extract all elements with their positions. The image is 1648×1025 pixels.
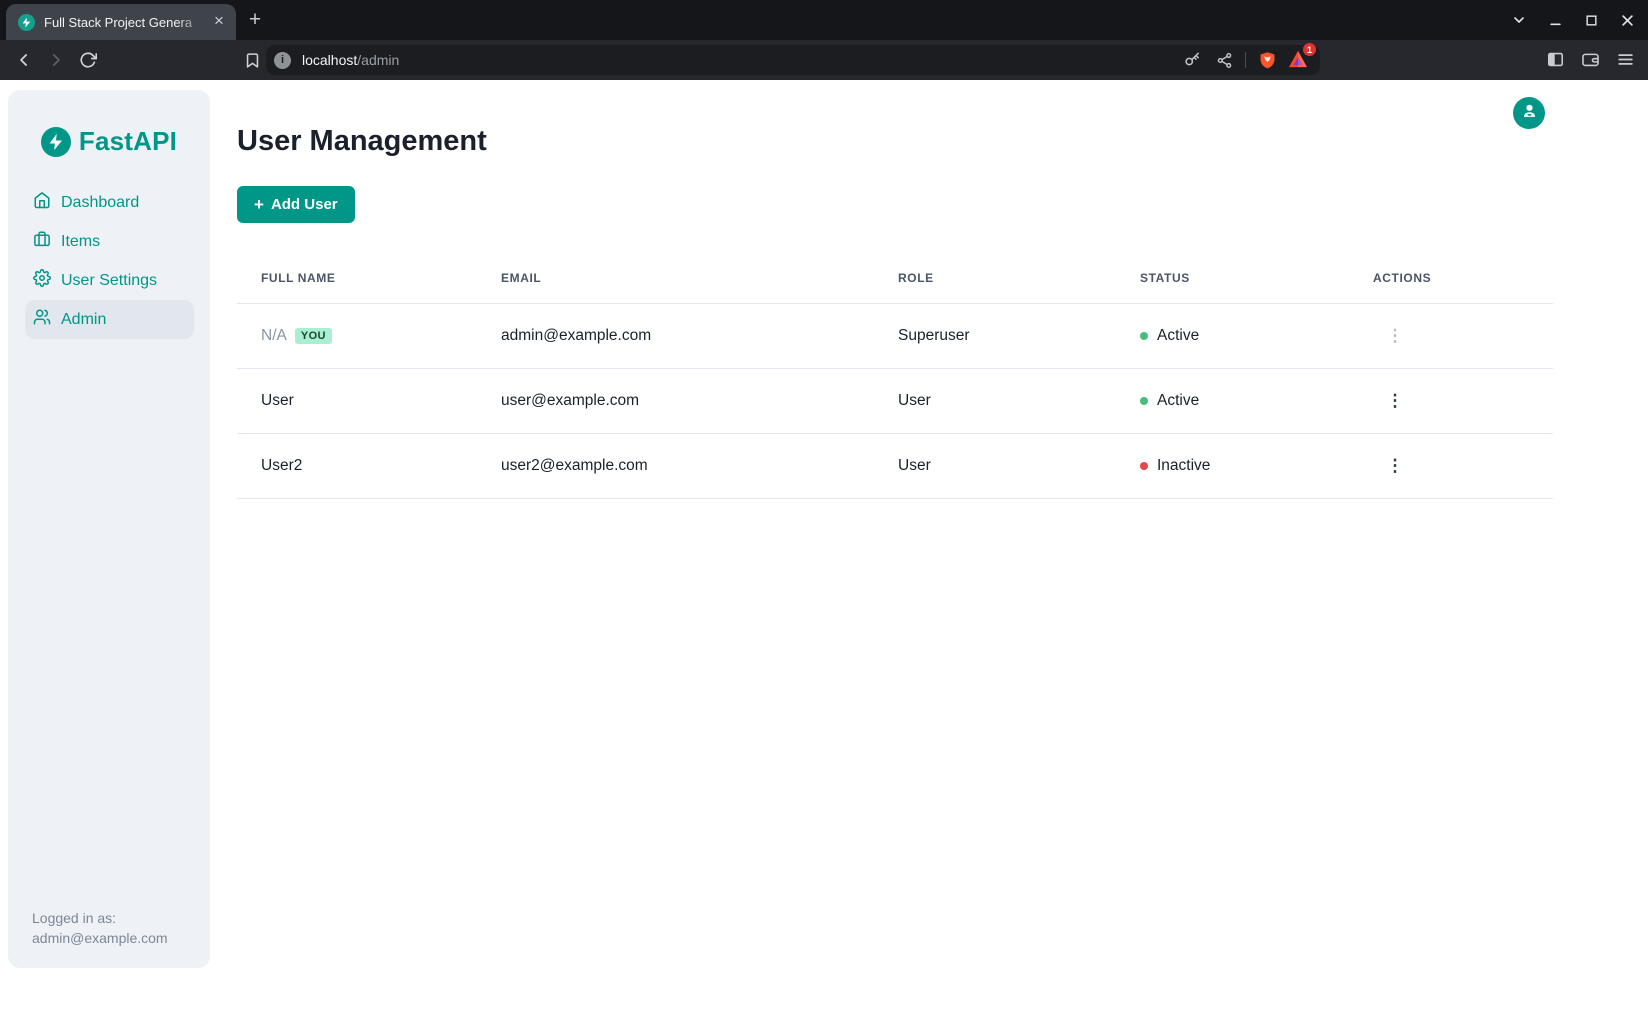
column-header-actions: ACTIONS [1349,271,1553,285]
sidebar-item-items[interactable]: Items [25,222,194,261]
tab-title: Full Stack Project Genera [44,15,210,30]
back-icon[interactable] [12,48,36,72]
main-content: User Management + Add User FULL NAME EMA… [237,80,1553,499]
window-controls [1508,6,1638,34]
address-bar[interactable]: i localhost/admin 1 [266,45,1320,75]
cell-actions: ⋮ [1349,452,1553,480]
bookmark-icon[interactable] [240,48,264,72]
status-dot [1140,332,1148,340]
cell-actions: ⋮ [1349,387,1553,415]
cell-status: Inactive [1116,457,1349,475]
cell-role: Superuser [874,327,1116,345]
add-user-label: Add User [271,196,338,213]
cell-email: user2@example.com [477,457,874,475]
tab-close-icon[interactable]: × [210,13,228,31]
cell-actions: ⋮ [1349,322,1553,350]
page-title: User Management [237,125,1553,158]
row-actions-kebab-icon[interactable]: ⋮ [1381,387,1409,415]
status-value: Active [1157,327,1199,345]
add-user-button[interactable]: + Add User [237,186,355,223]
browser-tab[interactable]: Full Stack Project Genera × [6,4,236,40]
forward-icon[interactable] [44,48,68,72]
sidebar-item-user-settings[interactable]: User Settings [25,261,194,300]
cell-role: User [874,457,1116,475]
status-value: Inactive [1157,457,1210,475]
key-icon[interactable] [1183,50,1203,70]
plus-icon: + [254,195,264,215]
status-value: Active [1157,392,1199,410]
share-icon[interactable] [1214,50,1234,70]
column-header-status: STATUS [1116,271,1349,285]
site-info-icon[interactable]: i [274,52,291,69]
status-dot [1140,462,1148,470]
sidebar-item-label: User Settings [61,272,157,290]
tab-search-chevron-icon[interactable] [1508,9,1530,31]
new-tab-button[interactable]: + [243,8,267,32]
logged-in-label: Logged in as: [32,908,168,928]
table-row: User2 user2@example.com User Inactive ⋮ [237,434,1553,499]
column-header-email: EMAIL [477,271,874,285]
logged-in-email: admin@example.com [32,928,168,948]
rewards-badge: 1 [1303,43,1316,56]
cell-email: user@example.com [477,392,874,410]
brave-rewards-icon[interactable]: 1 [1288,50,1310,70]
wallet-icon[interactable] [1579,48,1601,70]
fastapi-logo-icon [41,127,71,157]
toolbar-divider [1245,52,1246,68]
cell-full-name: User [237,392,477,410]
close-window-icon[interactable] [1616,9,1638,31]
row-actions-kebab-icon[interactable]: ⋮ [1381,322,1409,350]
url-host: localhost [302,52,357,68]
column-header-role: ROLE [874,271,1116,285]
browser-tabstrip: Full Stack Project Genera × + [0,0,1648,40]
sidebar-footer: Logged in as: admin@example.com [32,908,168,948]
side-panel-icon[interactable] [1544,48,1566,70]
column-header-full-name: FULL NAME [237,271,477,285]
home-icon [33,191,51,214]
sidebar-item-admin[interactable]: Admin [25,300,194,339]
minimize-icon[interactable] [1544,9,1566,31]
cell-status: Active [1116,392,1349,410]
table-header-row: FULL NAME EMAIL ROLE STATUS ACTIONS [237,252,1553,304]
fastapi-logo: FastAPI [8,126,210,157]
cell-email: admin@example.com [477,327,874,345]
fastapi-favicon-icon [18,14,35,31]
users-table: FULL NAME EMAIL ROLE STATUS ACTIONS N/A … [237,252,1553,499]
users-icon [33,308,51,331]
you-badge: YOU [295,328,332,344]
cell-status: Active [1116,327,1349,345]
sidebar-nav: Dashboard Items User Settings Admin [8,183,210,339]
sidebar-item-label: Admin [61,311,106,329]
row-actions-kebab-icon[interactable]: ⋮ [1381,452,1409,480]
status-dot [1140,397,1148,405]
page-content: FastAPI Dashboard Items User Settings [0,80,1648,1025]
table-row: User user@example.com User Active ⋮ [237,369,1553,434]
cell-full-name: N/A YOU [237,327,477,345]
sidebar-item-label: Dashboard [61,194,139,212]
cell-role: User [874,392,1116,410]
sidebar-item-dashboard[interactable]: Dashboard [25,183,194,222]
briefcase-icon [33,230,51,253]
sidebar: FastAPI Dashboard Items User Settings [8,90,210,968]
fastapi-logo-text: FastAPI [79,126,177,157]
brave-shield-icon[interactable] [1257,50,1277,70]
full-name-value: N/A [261,327,287,345]
table-row: N/A YOU admin@example.com Superuser Acti… [237,304,1553,369]
maximize-icon[interactable] [1580,9,1602,31]
cell-full-name: User2 [237,457,477,475]
reload-icon[interactable] [76,48,100,72]
gear-icon [33,269,51,292]
menu-icon[interactable] [1614,48,1636,70]
url-path: /admin [357,52,399,68]
sidebar-item-label: Items [61,233,100,251]
toolbar-right-icons [1544,48,1636,70]
